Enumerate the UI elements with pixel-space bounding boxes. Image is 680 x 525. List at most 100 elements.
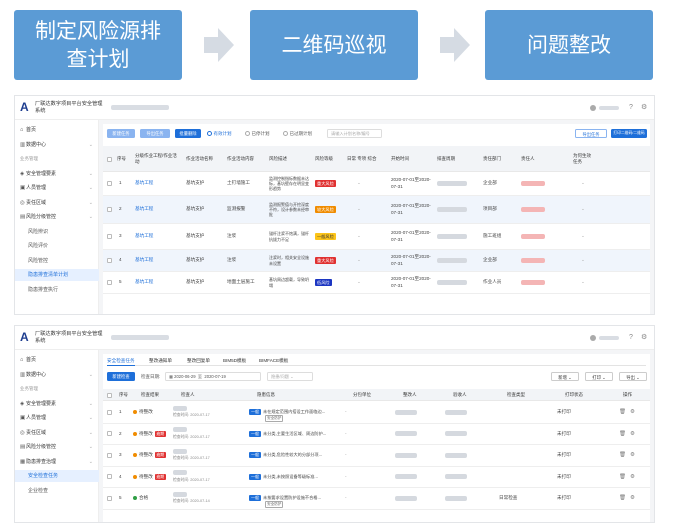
row-checkbox[interactable] xyxy=(107,467,112,488)
nav-item[interactable]: ⌂ 首页 xyxy=(15,124,99,136)
settings-icon[interactable]: ⚙ xyxy=(630,409,635,415)
hazard-info[interactable]: 一般 未分类,主要生活区域、周边防护... xyxy=(249,424,345,445)
table-row[interactable]: 5 基坑工程 基坑支护 地面土层施工 基坑周边超载，导致坍塌 低风险 ⌄ 2020-07-01… xyxy=(103,272,650,294)
nav-item[interactable]: ▤风险分级管控 ⌄ xyxy=(15,211,99,223)
project-link[interactable]: 基坑工程 xyxy=(135,196,153,223)
settings-icon[interactable]: ⚙ xyxy=(630,452,635,458)
chevron-down-icon[interactable]: ⌄ xyxy=(357,172,361,195)
nav-item[interactable]: ▣人员管理 ⌄ xyxy=(15,412,99,424)
responsible-person xyxy=(521,224,545,249)
row-checkbox[interactable] xyxy=(107,172,112,195)
nav-item[interactable]: ◈ 安全管理要素 ⌄ xyxy=(15,398,99,410)
nav-item[interactable]: ◎责任区域 ⌄ xyxy=(15,197,99,209)
table-row[interactable]: 2 基坑工程 基坑支护 监测报警 监测报警值与开挖深度不符，设计参数未经审批 较大风险 ⌄ 2… xyxy=(103,196,650,224)
chevron-down-icon[interactable]: ⌄ xyxy=(357,272,361,293)
row-checkbox[interactable] xyxy=(107,424,112,445)
nav-item[interactable]: 安全检查任务 xyxy=(15,470,99,482)
avatar[interactable] xyxy=(590,105,596,111)
select-all-checkbox[interactable] xyxy=(107,146,112,172)
row-checkbox[interactable] xyxy=(107,196,112,223)
hazard-info[interactable]: 一般 未分类,危险性较大的分部分项... xyxy=(249,445,345,466)
nav-item[interactable]: ◎责任区域 ⌄ xyxy=(15,427,99,439)
project-selector[interactable] xyxy=(111,105,169,110)
nav-item[interactable]: ▥数据中心 ⌄ xyxy=(15,139,99,151)
delete-icon[interactable]: 🗑 xyxy=(619,474,626,480)
radio-expired-plan[interactable]: 已过期计划 xyxy=(283,130,312,138)
nav-item[interactable]: ▥数据中心 ⌄ xyxy=(15,369,99,381)
nav-item[interactable]: ◈ 安全管理要素 ⌄ xyxy=(15,168,99,180)
project-link[interactable]: 基坑工程 xyxy=(135,224,153,249)
nav-item[interactable]: 风险管控 xyxy=(15,255,99,267)
row-checkbox[interactable] xyxy=(107,445,112,466)
tab-item[interactable]: 整改回复单 xyxy=(187,356,210,366)
settings-icon[interactable]: ⚙ xyxy=(641,333,647,342)
plan-search-input[interactable]: 请输入计划名称/编号 xyxy=(327,129,382,138)
settings-icon[interactable]: ⚙ xyxy=(641,103,647,112)
tab-item[interactable]: BIM5D模板 xyxy=(223,356,246,366)
settings-icon[interactable]: ⚙ xyxy=(630,474,635,480)
chevron-down-icon[interactable]: ⌄ xyxy=(357,224,361,249)
nav-item[interactable]: 隐患排查清单计划 xyxy=(15,269,99,281)
status-select[interactable]: 隐患/问题 ⌄ xyxy=(267,372,313,381)
delete-icon[interactable]: 🗑 xyxy=(619,495,626,501)
nav-item[interactable]: 风险评价 xyxy=(15,240,99,252)
table-row[interactable]: 4 待整改 逾期 检查时间: 2020-07-17 一般 未分类,未按照设备等级标准...… xyxy=(103,466,650,488)
select-all-checkbox[interactable] xyxy=(107,389,112,401)
hazard-info[interactable]: 一般 未分类,未按照设备等级标准... xyxy=(249,467,345,488)
table-row[interactable]: 2 待整改 逾期 检查时间: 2020-07-17 一般 未分类,主要生活区域、周边防护.… xyxy=(103,423,650,445)
project-link[interactable]: 基坑工程 xyxy=(135,250,153,271)
table-row[interactable]: 3 基坑工程 基坑支护 注浆 锚杆注浆不饱满，锚杆抗拔力不足 一般风险 ⌄ 2020-07-0… xyxy=(103,224,650,250)
print-qrcode-button[interactable]: 打印二维码/二维码 xyxy=(611,129,647,138)
row-checkbox[interactable] xyxy=(107,224,112,249)
nav-item[interactable]: ⌂ 首页 xyxy=(15,354,99,366)
delete-icon[interactable]: 🗑 xyxy=(619,431,626,437)
table-row[interactable]: 3 待整改 逾期 检查时间: 2020-07-17 一般 未分类,危险性较大的分部分项..… xyxy=(103,445,650,467)
tab-item[interactable]: BIMFACE模板 xyxy=(259,356,288,366)
radio-active-plan[interactable]: 有效计划 xyxy=(207,130,232,138)
help-icon[interactable]: ? xyxy=(629,103,633,112)
delete-icon[interactable]: 🗑 xyxy=(619,409,626,415)
project-selector[interactable] xyxy=(111,335,169,340)
tab-item[interactable]: 整改通知单 xyxy=(149,356,172,366)
tab-item[interactable]: 安全检查任务 xyxy=(107,356,135,366)
nav-item[interactable]: ▣人员管理 ⌄ xyxy=(15,182,99,194)
nav-item[interactable]: ▦隐患排查治理 ⌄ xyxy=(15,456,99,468)
print-button[interactable]: 打印 ⌄ xyxy=(585,372,613,381)
batch-delete-button[interactable]: 批量删除 xyxy=(175,129,201,138)
row-checkbox[interactable] xyxy=(107,250,112,271)
help-icon[interactable]: ? xyxy=(629,333,633,342)
export-task-right-button[interactable]: 导出任务 xyxy=(575,129,607,138)
project-link[interactable]: 基坑工程 xyxy=(135,272,153,293)
settings-icon[interactable]: ⚙ xyxy=(630,431,635,437)
date-range-input[interactable]: ▦ 2020-06-29 至 2020-07-19 xyxy=(165,372,261,381)
project-link[interactable]: 基坑工程 xyxy=(135,172,153,195)
chevron-down-icon[interactable]: ⌄ xyxy=(581,196,585,223)
chevron-down-icon[interactable]: ⌄ xyxy=(581,272,585,293)
export-task-button[interactable]: 导出任务 xyxy=(140,129,170,138)
avatar[interactable] xyxy=(590,335,596,341)
radio-stopped-plan[interactable]: 已停计划 xyxy=(245,130,270,138)
hazard-category: 安全防护 xyxy=(263,414,284,422)
new-check-button[interactable]: 新建检查 xyxy=(107,372,135,381)
new-task-button[interactable]: 新建任务 xyxy=(107,129,135,138)
chevron-down-icon[interactable]: ⌄ xyxy=(581,224,585,249)
chevron-down-icon[interactable]: ⌄ xyxy=(357,196,361,223)
nav-item[interactable]: 风险辨识 xyxy=(15,226,99,238)
chevron-down-icon[interactable]: ⌄ xyxy=(581,172,585,195)
table-row[interactable]: 5 合格 检查时间: 2020-07-14 一般 未按要求设置防护设施不合格... 安全防… xyxy=(103,488,650,510)
add-button[interactable]: 新增 ⌄ xyxy=(551,372,579,381)
row-checkbox[interactable] xyxy=(107,488,112,509)
table-row[interactable]: 1 基坑工程 基坑支护 土钉墙施工 监测控制指标数据未达标，基坑壁存在明显变形趋势 重大风… xyxy=(103,172,650,196)
nav-item[interactable]: 企业检查 xyxy=(15,485,99,497)
nav-item[interactable]: ▤风险分级管控 ⌄ xyxy=(15,441,99,453)
settings-icon[interactable]: ⚙ xyxy=(630,495,635,501)
delete-icon[interactable]: 🗑 xyxy=(619,452,626,458)
export-button[interactable]: 导出 ⌄ xyxy=(619,372,647,381)
chevron-down-icon[interactable]: ⌄ xyxy=(581,250,585,271)
table-row[interactable]: 1 待整改 检查时间: 2020-07-17 一般 未在规定范围内搭设工作面临边... 安… xyxy=(103,402,650,424)
table-row[interactable]: 4 基坑工程 基坑支护 注浆 注浆时，相关安全设施未设置 重大风险 ⌄ 2020-07-01至… xyxy=(103,250,650,272)
row-checkbox[interactable] xyxy=(107,272,112,293)
chevron-down-icon[interactable]: ⌄ xyxy=(357,250,361,271)
nav-item[interactable]: 隐患排查执行 xyxy=(15,284,99,296)
row-checkbox[interactable] xyxy=(107,402,112,423)
